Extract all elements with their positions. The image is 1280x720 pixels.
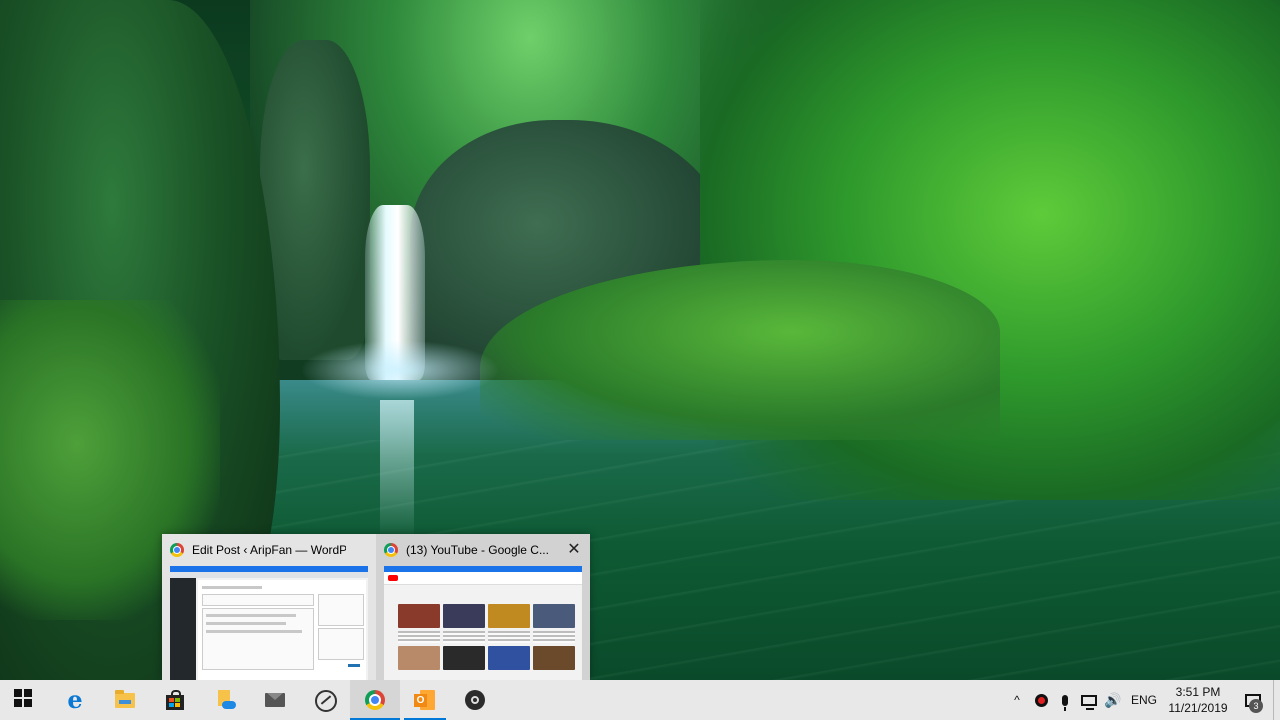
taskbar-store[interactable]: [150, 680, 200, 720]
action-center-button[interactable]: 3: [1233, 680, 1273, 720]
taskbar-mail[interactable]: [250, 680, 300, 720]
recording-icon[interactable]: [1029, 680, 1053, 720]
store-bag-icon: [164, 689, 186, 711]
chrome-icon: [364, 689, 386, 711]
taskbar-onedrive-file[interactable]: [200, 680, 250, 720]
input-language[interactable]: ENG: [1125, 680, 1163, 720]
show-desktop-button[interactable]: [1273, 680, 1280, 720]
close-window-button[interactable]: ✕: [566, 542, 582, 558]
youtube-preview: [384, 566, 582, 680]
taskbar-outlook[interactable]: O: [400, 680, 450, 720]
taskbar: e O ^ 🔊 ENG 3:51 PM 11/21/2019 3: [0, 680, 1280, 720]
folder-icon: [114, 689, 136, 711]
windows-logo-icon: [14, 689, 36, 711]
thumbnail-title: (13) YouTube - Google C...: [406, 543, 549, 557]
clock[interactable]: 3:51 PM 11/21/2019: [1163, 680, 1233, 720]
clock-date: 11/21/2019: [1168, 701, 1228, 715]
wordpress-preview: [170, 566, 368, 680]
edge-icon: e: [67, 685, 83, 714]
notification-count-badge: 3: [1249, 699, 1263, 713]
volume-icon[interactable]: 🔊: [1101, 680, 1125, 720]
taskbar-chrome[interactable]: [350, 680, 400, 720]
taskbar-edge[interactable]: e: [50, 680, 100, 720]
clock-time: 3:51 PM: [1175, 685, 1221, 699]
taskbar-obs[interactable]: [450, 680, 500, 720]
taskbar-dashboard[interactable]: [300, 680, 350, 720]
system-tray: ^ 🔊 ENG 3:51 PM 11/21/2019 3: [1005, 680, 1280, 720]
window-thumbnail-youtube[interactable]: (13) YouTube - Google C... ✕: [376, 534, 590, 680]
youtube-logo-icon: [388, 575, 398, 581]
taskbar-file-explorer[interactable]: [100, 680, 150, 720]
chrome-icon: [170, 543, 184, 557]
network-icon[interactable]: [1077, 680, 1101, 720]
outlook-icon: O: [414, 689, 436, 711]
microphone-icon[interactable]: [1053, 680, 1077, 720]
window-thumbnail-wordpress[interactable]: Edit Post ‹ AripFan — WordPre...: [162, 534, 376, 680]
chrome-icon: [384, 543, 398, 557]
start-button[interactable]: [0, 680, 50, 720]
gauge-icon: [314, 689, 337, 712]
cloud-file-icon: [214, 689, 236, 711]
show-hidden-icons-chevron-icon[interactable]: ^: [1005, 680, 1029, 720]
chrome-thumbnail-popup: Edit Post ‹ AripFan — WordPre... (13) Yo…: [162, 534, 590, 680]
thumbnail-title: Edit Post ‹ AripFan — WordPre...: [192, 543, 346, 557]
mail-icon: [264, 689, 286, 711]
obs-icon: [464, 689, 486, 711]
